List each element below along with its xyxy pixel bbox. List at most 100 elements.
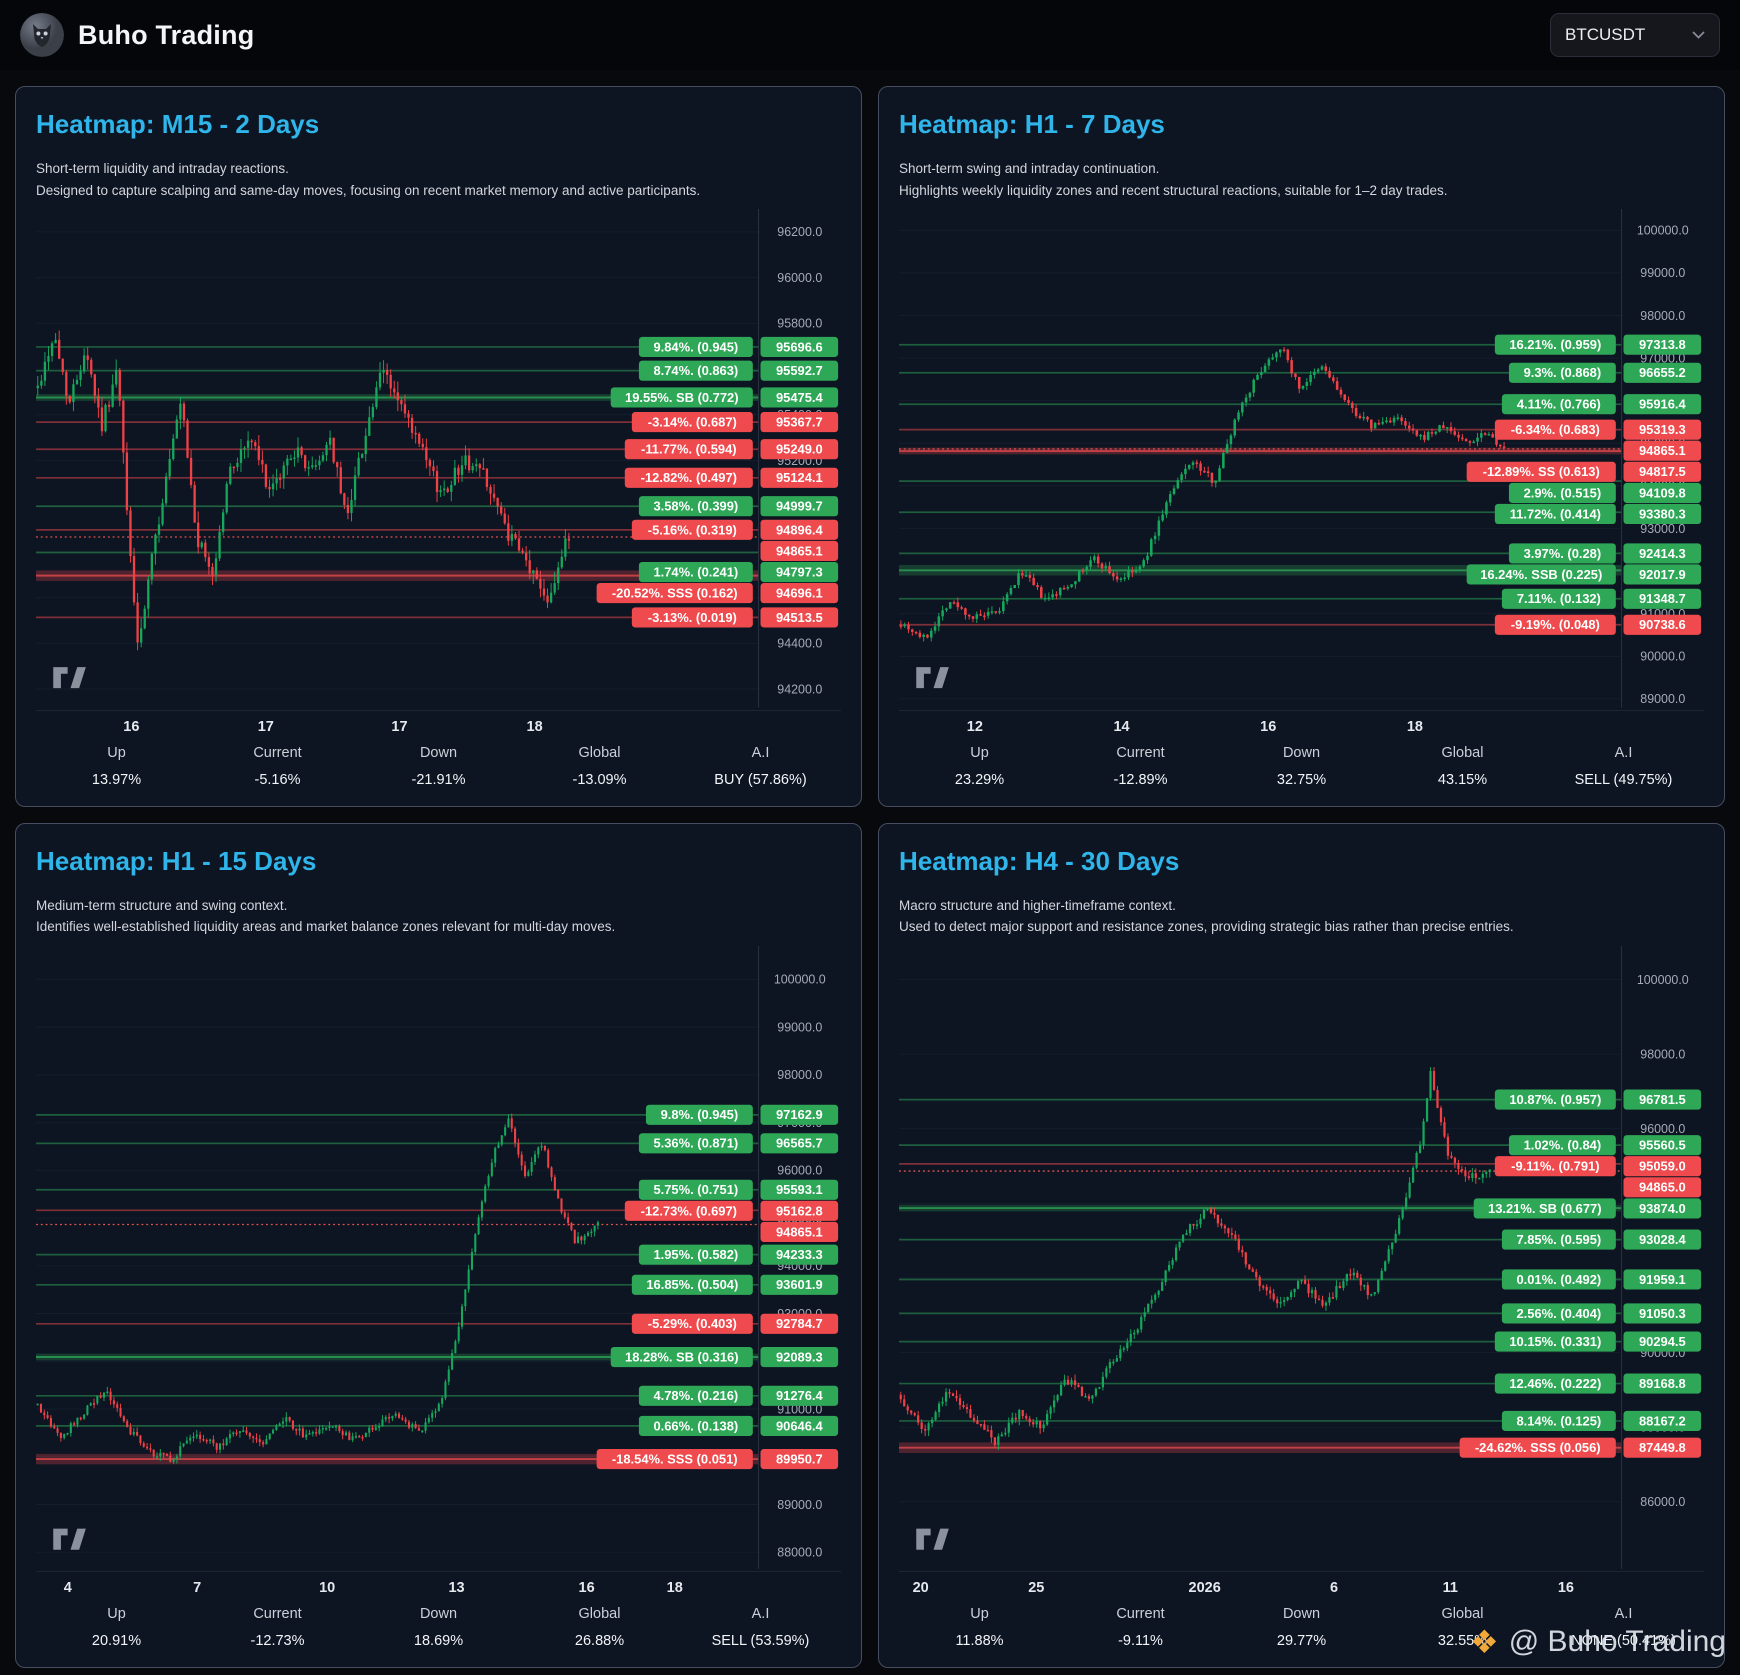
svg-text:94817.5: 94817.5 bbox=[1639, 464, 1686, 479]
stat-up: Up20.91% bbox=[36, 1606, 197, 1649]
svg-text:3.97%. (0.28): 3.97%. (0.28) bbox=[1524, 546, 1602, 561]
svg-text:13.21%. SB (0.677): 13.21%. SB (0.677) bbox=[1488, 1201, 1602, 1216]
svg-text:-24.62%. SSS (0.056): -24.62%. SSS (0.056) bbox=[1475, 1440, 1601, 1455]
svg-text:-12.89%. SS (0.613): -12.89%. SS (0.613) bbox=[1483, 464, 1600, 479]
x-tick-label: 16 bbox=[579, 1580, 595, 1596]
x-axis: 2025202661116 bbox=[899, 1571, 1704, 1604]
svg-text:10.87%. (0.957): 10.87%. (0.957) bbox=[1509, 1092, 1601, 1107]
svg-text:96200.0: 96200.0 bbox=[777, 225, 822, 239]
svg-text:5.75%. (0.751): 5.75%. (0.751) bbox=[653, 1182, 738, 1197]
svg-text:93380.3: 93380.3 bbox=[1639, 507, 1686, 522]
svg-text:90646.4: 90646.4 bbox=[776, 1418, 824, 1433]
svg-text:95800.0: 95800.0 bbox=[777, 317, 822, 331]
x-axis: 4710131618 bbox=[36, 1571, 841, 1604]
stats-row: Up23.29% Current-12.89% Down32.75% Globa… bbox=[899, 743, 1704, 798]
svg-text:87449.8: 87449.8 bbox=[1639, 1440, 1686, 1455]
panel-title: Heatmap: H4 - 30 Days bbox=[899, 846, 1704, 877]
panel-h4-30days: Heatmap: H4 - 30 Days Macro structure an… bbox=[878, 823, 1725, 1668]
x-tick-label: 18 bbox=[667, 1580, 683, 1596]
svg-text:7.85%. (0.595): 7.85%. (0.595) bbox=[1516, 1232, 1601, 1247]
svg-text:1.74%. (0.241): 1.74%. (0.241) bbox=[653, 565, 738, 580]
svg-text:0.66%. (0.138): 0.66%. (0.138) bbox=[653, 1418, 738, 1433]
stat-down: Down18.69% bbox=[358, 1606, 519, 1649]
svg-text:-12.82%. (0.497): -12.82%. (0.497) bbox=[641, 470, 737, 485]
x-tick-label: 14 bbox=[1113, 719, 1129, 735]
description-line1: Short-term liquidity and intraday reacti… bbox=[36, 161, 289, 176]
brand-logo bbox=[20, 13, 64, 57]
svg-text:4.11%. (0.766): 4.11%. (0.766) bbox=[1517, 397, 1601, 412]
stat-current: Current-5.16% bbox=[197, 745, 358, 788]
svg-text:90738.6: 90738.6 bbox=[1639, 617, 1686, 632]
svg-text:92784.7: 92784.7 bbox=[776, 1316, 823, 1331]
svg-text:94400.0: 94400.0 bbox=[777, 637, 822, 651]
svg-text:1.02%. (0.84): 1.02%. (0.84) bbox=[1524, 1137, 1602, 1152]
svg-text:94865.1: 94865.1 bbox=[776, 544, 823, 559]
candlestick-chart[interactable]: 100000.098000.096000.094000.092000.09000… bbox=[899, 946, 1704, 1569]
svg-text:91276.4: 91276.4 bbox=[776, 1388, 824, 1403]
stat-current: Current-12.73% bbox=[197, 1606, 358, 1649]
x-tick-label: 7 bbox=[193, 1580, 201, 1596]
svg-text:98000.0: 98000.0 bbox=[1640, 309, 1685, 323]
stat-current: Current-12.89% bbox=[1060, 745, 1221, 788]
svg-text:-3.13%. (0.019): -3.13%. (0.019) bbox=[648, 610, 737, 625]
svg-text:94896.4: 94896.4 bbox=[776, 522, 824, 537]
x-tick-label: 16 bbox=[1558, 1580, 1574, 1596]
svg-text:16.21%. (0.959): 16.21%. (0.959) bbox=[1509, 337, 1601, 352]
stats-row: Up13.97% Current-5.16% Down-21.91% Globa… bbox=[36, 743, 841, 798]
stats-row: Up11.88% Current-9.11% Down29.77% Global… bbox=[899, 1604, 1704, 1659]
svg-text:89168.8: 89168.8 bbox=[1639, 1376, 1686, 1391]
tradingview-logo-icon bbox=[53, 1528, 86, 1549]
svg-text:18.28%. SB (0.316): 18.28%. SB (0.316) bbox=[625, 1349, 739, 1364]
app-title: Buho Trading bbox=[78, 20, 254, 51]
svg-text:94109.8: 94109.8 bbox=[1639, 486, 1686, 501]
svg-text:100000.0: 100000.0 bbox=[1637, 224, 1689, 238]
svg-text:94696.1: 94696.1 bbox=[776, 586, 823, 601]
svg-text:89000.0: 89000.0 bbox=[1640, 692, 1685, 706]
x-tick-label: 6 bbox=[1330, 1580, 1338, 1596]
svg-text:4.78%. (0.216): 4.78%. (0.216) bbox=[653, 1388, 738, 1403]
stat-current: Current-9.11% bbox=[1060, 1606, 1221, 1649]
level-badges: 16.21%. (0.959)97313.89.3%. (0.868)96655… bbox=[1467, 335, 1701, 635]
svg-text:95249.0: 95249.0 bbox=[776, 442, 823, 457]
svg-text:-9.11%. (0.791): -9.11%. (0.791) bbox=[1511, 1158, 1599, 1173]
svg-text:94797.3: 94797.3 bbox=[776, 565, 823, 580]
stat-global: Global32.55% bbox=[1382, 1606, 1543, 1649]
heatmap-grid: Heatmap: M15 - 2 Days Short-term liquidi… bbox=[0, 70, 1740, 1675]
panel-description: Medium-term structure and swing context.… bbox=[36, 895, 841, 938]
svg-text:8.74%. (0.863): 8.74%. (0.863) bbox=[653, 363, 738, 378]
candles bbox=[900, 347, 1506, 641]
svg-text:91959.1: 91959.1 bbox=[1639, 1272, 1686, 1287]
svg-text:10.15%. (0.331): 10.15%. (0.331) bbox=[1509, 1334, 1601, 1349]
symbol-select[interactable]: BTCUSDT bbox=[1550, 13, 1720, 57]
svg-text:-5.16%. (0.319): -5.16%. (0.319) bbox=[648, 522, 737, 537]
stat-up: Up11.88% bbox=[899, 1606, 1060, 1649]
x-tick-label: 10 bbox=[319, 1580, 335, 1596]
svg-text:8.14%. (0.125): 8.14%. (0.125) bbox=[1516, 1413, 1601, 1428]
candles bbox=[37, 1113, 599, 1463]
candlestick-chart[interactable]: 100000.099000.098000.097000.096000.09500… bbox=[899, 209, 1704, 707]
svg-text:95162.8: 95162.8 bbox=[776, 1203, 823, 1218]
candles bbox=[900, 1067, 1491, 1450]
svg-text:96000.0: 96000.0 bbox=[1640, 1122, 1685, 1136]
description-line2: Designed to capture scalping and same-da… bbox=[36, 183, 700, 198]
svg-text:94865.0: 94865.0 bbox=[1639, 1179, 1686, 1194]
panel-m15-2days: Heatmap: M15 - 2 Days Short-term liquidi… bbox=[15, 86, 862, 807]
panel-title: Heatmap: H1 - 15 Days bbox=[36, 846, 841, 877]
candlestick-chart[interactable]: 100000.099000.098000.097000.096000.09500… bbox=[36, 946, 841, 1569]
svg-text:99000.0: 99000.0 bbox=[777, 1020, 822, 1034]
svg-text:9.84%. (0.945): 9.84%. (0.945) bbox=[653, 340, 738, 355]
x-tick-label: 16 bbox=[1260, 719, 1276, 735]
svg-text:98000.0: 98000.0 bbox=[1640, 1047, 1685, 1061]
svg-text:88167.2: 88167.2 bbox=[1639, 1413, 1686, 1428]
x-tick-label: 17 bbox=[391, 719, 407, 735]
panel-description: Short-term swing and intraday continuati… bbox=[899, 158, 1704, 201]
x-tick-label: 20 bbox=[913, 1580, 929, 1596]
svg-text:96000.0: 96000.0 bbox=[777, 1163, 822, 1177]
svg-text:100000.0: 100000.0 bbox=[774, 972, 826, 986]
svg-text:-9.19%. (0.048): -9.19%. (0.048) bbox=[1511, 617, 1600, 632]
candlestick-chart[interactable]: 96200.096000.095800.095600.095400.095200… bbox=[36, 209, 841, 707]
svg-text:95696.6: 95696.6 bbox=[776, 340, 823, 355]
svg-text:0.01%. (0.492): 0.01%. (0.492) bbox=[1516, 1272, 1601, 1287]
app-header: Buho Trading BTCUSDT bbox=[0, 0, 1740, 70]
svg-text:95593.1: 95593.1 bbox=[776, 1182, 823, 1197]
